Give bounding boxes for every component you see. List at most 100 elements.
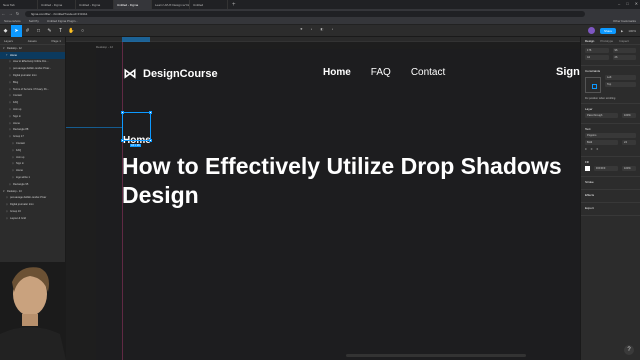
resize-handle[interactable] xyxy=(121,139,124,142)
reload-icon[interactable]: ↻ xyxy=(14,11,21,16)
component-icon[interactable]: ❖ xyxy=(300,27,303,31)
nav-home[interactable]: Home xyxy=(323,67,351,78)
browser-tab[interactable]: Untitled - Figma xyxy=(76,0,114,9)
maximize-icon[interactable]: □ xyxy=(626,1,628,6)
constraint-vertical[interactable]: Top xyxy=(605,82,636,87)
layer-row[interactable]: ◇ Digital journaler Icon xyxy=(0,201,65,208)
layer-row[interactable]: ◇ Group 17 xyxy=(0,133,65,140)
page-selector[interactable]: Page 1 xyxy=(51,39,61,43)
browser-tab[interactable]: Untitled xyxy=(190,0,228,9)
layer-row[interactable]: ◇ How to Effectively Utilize Dro... xyxy=(0,59,65,66)
layer-row[interactable]: ◇ Home xyxy=(0,167,65,174)
canvas[interactable]: Desktop - 12 ⋈ DesignCourse Home FAQ Con… xyxy=(66,37,580,360)
boolean-icon[interactable]: ◧ xyxy=(321,27,324,31)
layer-row[interactable]: ◇ FAQ xyxy=(0,147,65,154)
layer-row[interactable]: # Desktop - 13 xyxy=(0,188,65,195)
effects-title[interactable]: Effects xyxy=(585,193,636,197)
avatar[interactable] xyxy=(587,27,595,34)
new-tab-icon[interactable]: + xyxy=(228,2,240,8)
font-size-field[interactable]: 24 xyxy=(622,140,636,145)
other-bookmarks[interactable]: Other bookmarks xyxy=(613,19,636,23)
share-button[interactable]: Share xyxy=(599,27,616,34)
fill-icon[interactable]: ◑ xyxy=(331,27,333,31)
resize-handle[interactable] xyxy=(149,111,152,114)
layer-row[interactable]: ◇ Sign in xyxy=(0,161,65,168)
layer-row[interactable]: ◇ logo-white 1 xyxy=(0,174,65,181)
tab-prototype[interactable]: Prototype xyxy=(600,39,613,43)
help-icon[interactable]: ? xyxy=(624,345,634,355)
headline[interactable]: How to Effectively Utilize Drop Shadows … xyxy=(122,152,562,210)
fill-hex-field[interactable]: FFFFFF xyxy=(594,166,618,171)
minimize-icon[interactable]: – xyxy=(618,1,620,6)
layer-row[interactable]: ◇ FAQ xyxy=(0,99,65,106)
tab-assets[interactable]: Assets xyxy=(28,39,37,43)
close-icon[interactable]: ✕ xyxy=(635,1,638,6)
browser-tab[interactable]: Untitled - Figma xyxy=(38,0,76,9)
opacity-field[interactable]: 100% xyxy=(622,113,636,118)
layer-row[interactable]: T Home xyxy=(0,51,65,59)
layer-row[interactable]: ◇ Group 16 xyxy=(0,208,65,215)
hand-tool-icon[interactable]: ✋ xyxy=(66,25,77,37)
browser-tab-active[interactable]: Untitled - Figma xyxy=(114,0,152,9)
font-weight-select[interactable]: Bold xyxy=(585,140,618,145)
stroke-title[interactable]: Stroke xyxy=(585,180,636,184)
width-field[interactable]: 44 xyxy=(585,55,609,60)
font-family-select[interactable]: Poppins xyxy=(585,133,636,138)
frame-tool-icon[interactable]: # xyxy=(22,25,33,37)
layer-row[interactable]: ◇ Contact xyxy=(0,93,65,100)
selection-box[interactable] xyxy=(122,112,151,141)
fix-scroll-checkbox[interactable]: Fix position when scrolling xyxy=(585,97,636,100)
layer-row[interactable]: ◇ Rectangle 95 xyxy=(0,181,65,188)
resize-handle[interactable] xyxy=(121,111,124,114)
present-icon[interactable]: ▶ xyxy=(621,29,623,33)
layer-row[interactable]: ◇ Join up xyxy=(0,154,65,161)
sign-in-link[interactable]: Sign in xyxy=(556,66,580,78)
layer-row[interactable]: ◇ Home xyxy=(0,120,65,127)
browser-tab[interactable]: New Tab xyxy=(0,0,38,9)
layer-row[interactable]: ◇ Digital journaler Icon xyxy=(0,72,65,79)
export-title[interactable]: Export xyxy=(585,206,636,210)
move-tool-icon[interactable]: ➤ xyxy=(11,24,22,37)
pen-tool-icon[interactable]: ✎ xyxy=(44,25,55,37)
figma-menu-icon[interactable]: ◆ xyxy=(0,25,11,37)
layer-row[interactable]: ◇ Blog xyxy=(0,79,65,86)
align-left-icon[interactable]: ≡ xyxy=(585,147,587,151)
url-input[interactable]: figma.com/file/…/Untitled?node-id=1%3A1 xyxy=(25,10,585,17)
blend-mode-select[interactable]: Pass through xyxy=(585,113,618,118)
tab-layers[interactable]: Layers xyxy=(4,39,13,43)
constraint-widget[interactable] xyxy=(585,77,601,93)
y-field[interactable]: 96 xyxy=(612,48,636,53)
layer-row[interactable]: ◇ Contact xyxy=(0,140,65,147)
height-field[interactable]: 26 xyxy=(612,55,636,60)
nav-contact[interactable]: Contact xyxy=(411,67,445,78)
x-field[interactable]: 176 xyxy=(585,48,609,53)
fill-swatch[interactable] xyxy=(585,166,590,171)
tab-inspect[interactable]: Inspect xyxy=(619,39,629,43)
comment-tool-icon[interactable]: ○ xyxy=(77,25,88,37)
nav-faq[interactable]: FAQ xyxy=(371,67,391,78)
layer-row[interactable]: # Desktop - 12 xyxy=(0,45,65,52)
back-icon[interactable]: ← xyxy=(0,11,7,16)
constraint-horizontal[interactable]: Left xyxy=(605,75,636,80)
desktop-frame[interactable]: ⋈ DesignCourse Home FAQ Contact Sign in … xyxy=(96,49,580,360)
align-center-icon[interactable]: ≡ xyxy=(591,147,593,151)
fill-opacity-field[interactable]: 100% xyxy=(622,166,636,171)
bookmark-item[interactable]: Untitled Figma Plugin... xyxy=(47,19,78,23)
zoom-level[interactable]: 100% xyxy=(628,29,636,33)
layer-row[interactable]: ◇ Rectangle 88 xyxy=(0,127,65,134)
resize-handle[interactable] xyxy=(149,139,152,142)
layer-row[interactable]: ◇ Layout & Grid xyxy=(0,215,65,222)
layer-row[interactable]: ◇ Terms of Service / Privacy Po... xyxy=(0,86,65,93)
align-right-icon[interactable]: ≡ xyxy=(597,147,599,151)
layer-row[interactable]: ◇ Join up xyxy=(0,106,65,113)
browser-tab[interactable]: Learn UI/UX Design w/ DesignCo xyxy=(152,0,190,9)
text-tool-icon[interactable]: T xyxy=(55,25,66,37)
bookmark-item[interactable]: Sell Pty xyxy=(29,19,39,23)
forward-icon[interactable]: → xyxy=(7,11,14,16)
layer-row[interactable]: ◇ pet-savage-hellkin-render-Pixar xyxy=(0,195,65,202)
layer-row[interactable]: ◇ pet-savage-hellkin-render-Pixar... xyxy=(0,65,65,72)
tab-design[interactable]: Design xyxy=(585,39,594,43)
mask-icon[interactable]: ◐ xyxy=(311,27,313,31)
horizontal-scrollbar[interactable] xyxy=(346,354,526,357)
bookmark-item[interactable]: Screenshots xyxy=(4,19,21,23)
